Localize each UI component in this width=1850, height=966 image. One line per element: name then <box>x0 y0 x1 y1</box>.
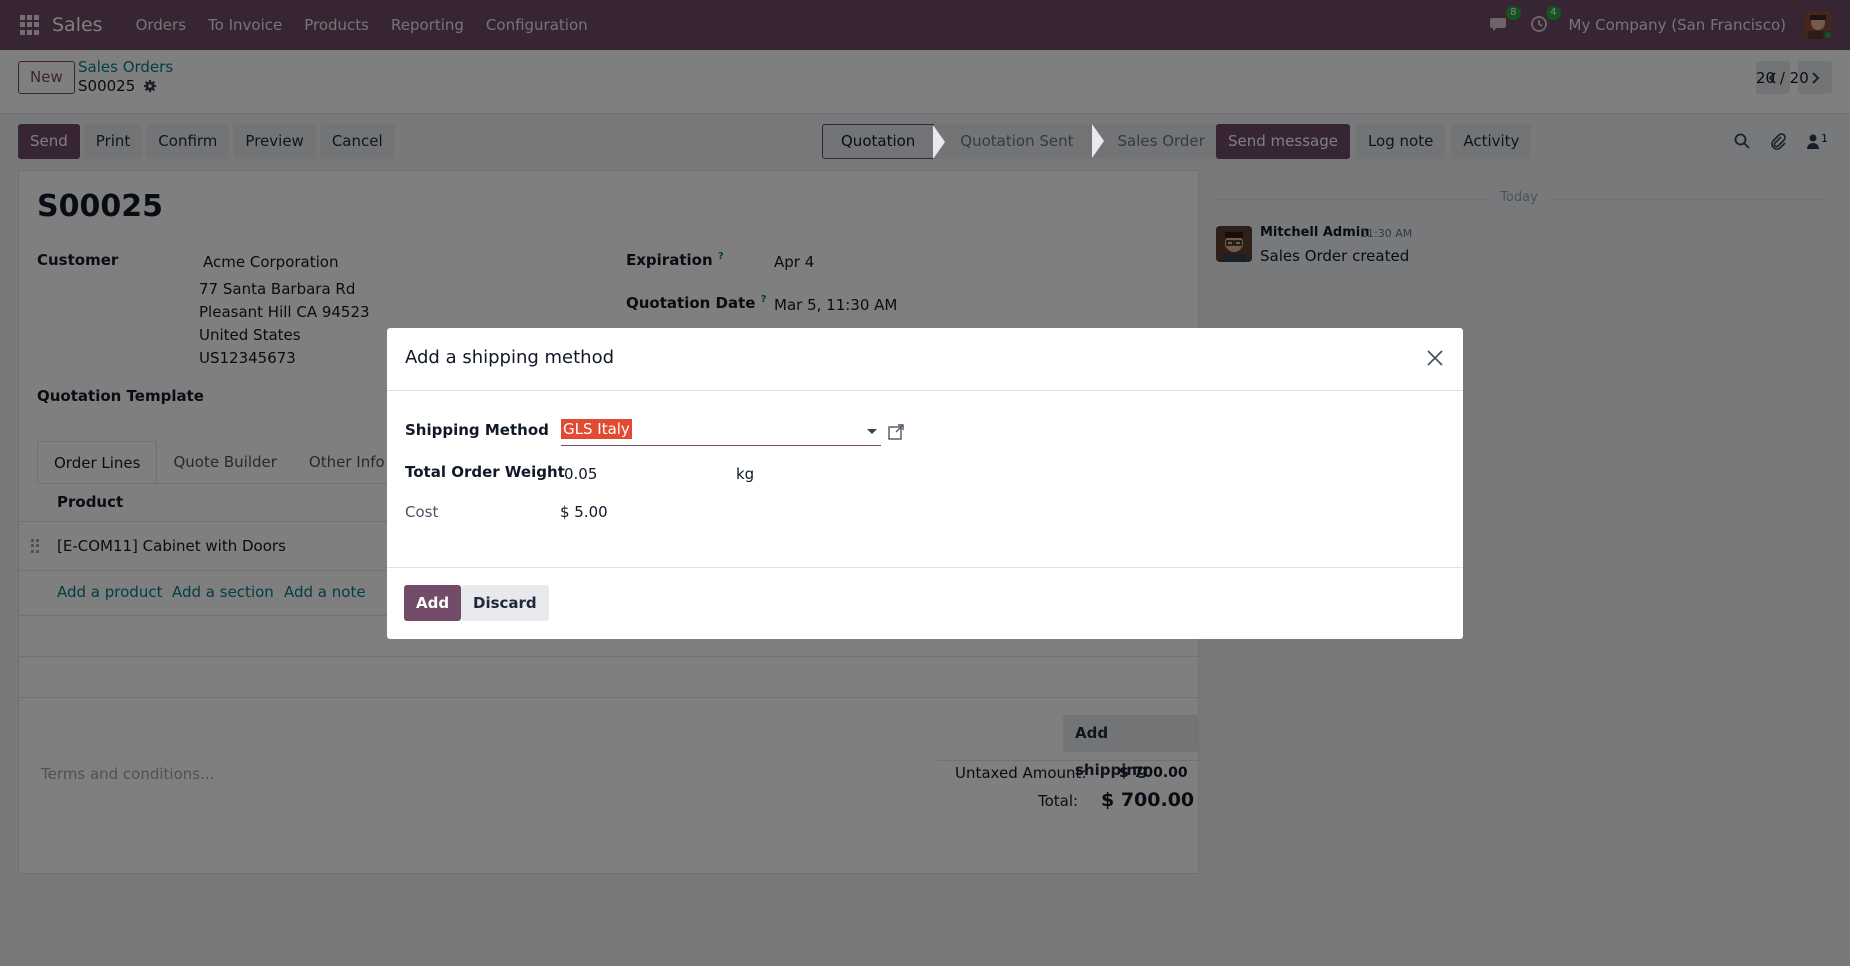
cost-value: $ 5.00 <box>560 503 608 521</box>
shipping-method-select[interactable]: GLS Italy <box>561 419 881 446</box>
shipping-method-value: GLS Italy <box>561 419 632 439</box>
chevron-down-icon[interactable] <box>867 429 877 434</box>
total-order-weight-label: Total Order Weight <box>405 463 565 481</box>
shipping-method-label: Shipping Method <box>405 421 549 439</box>
external-link-icon[interactable] <box>887 423 905 441</box>
dialog-title: Add a shipping method <box>405 347 615 368</box>
dialog-footer: Add Discard <box>387 567 1463 639</box>
total-order-weight-field[interactable]: 0.05 <box>564 465 597 483</box>
cost-label: Cost <box>405 503 439 521</box>
add-button[interactable]: Add <box>404 585 462 621</box>
close-icon[interactable] <box>1425 348 1445 368</box>
dialog-header: Add a shipping method <box>387 328 1463 391</box>
weight-unit: kg <box>736 465 755 483</box>
shipping-method-dialog: Add a shipping method Shipping Method GL… <box>387 328 1463 639</box>
discard-button[interactable]: Discard <box>461 585 549 621</box>
